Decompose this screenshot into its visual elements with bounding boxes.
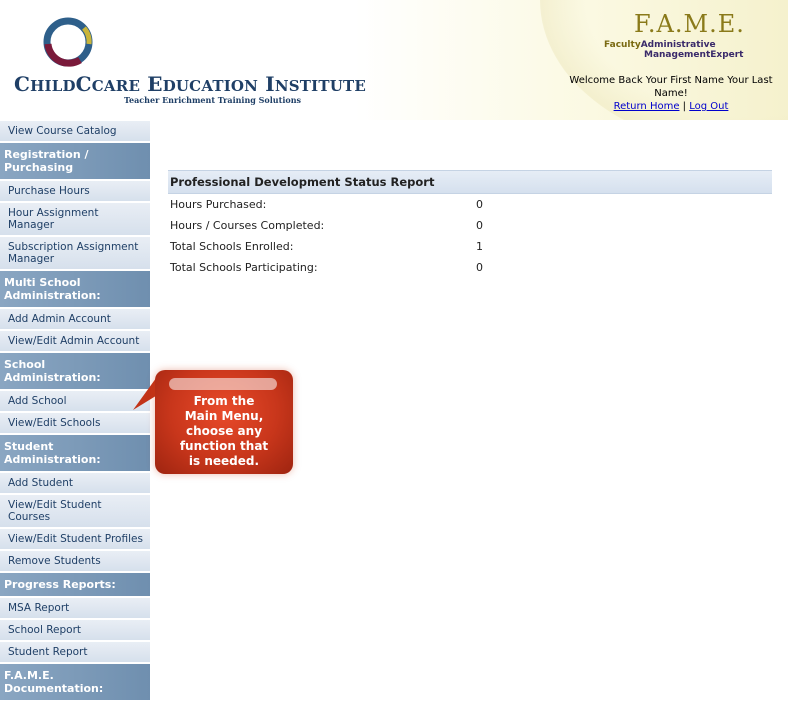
header-links: Return Home | Log Out: [556, 100, 786, 113]
logo-letter: C: [14, 72, 31, 96]
fame-word: Faculty: [604, 40, 641, 50]
nav-section-registration: Registration / Purchasing: [0, 143, 150, 181]
report-value: 1: [476, 240, 483, 253]
nav-add-admin-account[interactable]: Add Admin Account: [0, 309, 150, 331]
report-label: Hours Purchased:: [170, 198, 267, 211]
nav-student-report[interactable]: Student Report: [0, 642, 150, 664]
nav-add-school[interactable]: Add School: [0, 391, 150, 413]
nav-view-edit-schools[interactable]: View/Edit Schools: [0, 413, 150, 435]
fame-subtitle-line2: ManagementExpert: [644, 50, 744, 60]
instruction-callout: From the Main Menu, choose any function …: [155, 370, 293, 474]
nav-section-progress-reports: Progress Reports:: [0, 573, 150, 598]
nav-hour-assignment-manager[interactable]: Hour Assignment Manager: [0, 203, 150, 237]
logo-letter: DUCATION: [162, 77, 259, 95]
report-table: Hours Purchased: 0 Hours / Courses Compl…: [168, 194, 772, 278]
welcome-message: Welcome Back Your First Name Your Last N…: [569, 75, 773, 99]
report-value: 0: [476, 219, 483, 232]
logo-letter: NSTITUTE: [274, 77, 366, 95]
report-row: Hours / Courses Completed: 0: [168, 215, 772, 236]
nav-section-multi-school: Multi School Administration:: [0, 271, 150, 309]
logo-letter: C: [75, 72, 92, 96]
main-menu-sidebar: View Course Catalog Registration / Purch…: [0, 121, 150, 702]
childcare-ring-logo-icon: [43, 17, 93, 67]
nav-section-school-admin: School Administration:: [0, 353, 150, 391]
logo-letter: I: [258, 72, 275, 96]
link-separator: |: [682, 101, 687, 112]
nav-view-course-catalog[interactable]: View Course Catalog: [0, 121, 150, 143]
fame-subtitle-line1: FacultyAdministrative: [604, 40, 716, 50]
nav-purchase-hours[interactable]: Purchase Hours: [0, 181, 150, 203]
main-content: Professional Development Status Report H…: [168, 170, 772, 278]
logo-letter: CARE: [91, 77, 141, 95]
nav-section-fame-documentation: F.A.M.E. Documentation:: [0, 664, 150, 702]
nav-view-edit-student-courses[interactable]: View/Edit Student Courses: [0, 495, 150, 529]
nav-view-edit-student-profiles[interactable]: View/Edit Student Profiles: [0, 529, 150, 551]
report-label: Hours / Courses Completed:: [170, 219, 325, 232]
fame-word: Administrative: [640, 40, 716, 50]
nav-section-student-admin: Student Administration:: [0, 435, 150, 473]
report-title: Professional Development Status Report: [168, 170, 772, 194]
nav-subscription-assignment-manager[interactable]: Subscription Assignment Manager: [0, 237, 150, 271]
institute-logo-text: CHILDCCARE EDUCATION INSTITUTE: [14, 72, 366, 96]
nav-msa-report[interactable]: MSA Report: [0, 598, 150, 620]
report-row: Total Schools Enrolled: 1: [168, 236, 772, 257]
logo-letter: E: [140, 72, 163, 96]
fame-logo: F.A.M.E. FacultyAdministrative Managemen…: [604, 10, 744, 62]
nav-add-student[interactable]: Add Student: [0, 473, 150, 495]
return-home-link[interactable]: Return Home: [614, 101, 680, 112]
log-out-link[interactable]: Log Out: [689, 101, 728, 112]
logo-tagline: Teacher Enrichment Training Solutions: [124, 95, 302, 105]
callout-gloss: [169, 378, 277, 390]
report-row: Hours Purchased: 0: [168, 194, 772, 215]
welcome-panel: Welcome Back Your First Name Your Last N…: [556, 74, 786, 113]
callout-text: From the Main Menu, choose any function …: [179, 394, 269, 468]
nav-remove-students[interactable]: Remove Students: [0, 551, 150, 573]
report-label: Total Schools Enrolled:: [170, 240, 294, 253]
report-value: 0: [476, 198, 483, 211]
nav-view-edit-admin-account[interactable]: View/Edit Admin Account: [0, 331, 150, 353]
logo-letter: HILD: [30, 77, 76, 95]
report-value: 0: [476, 261, 483, 274]
report-label: Total Schools Participating:: [170, 261, 318, 274]
page-header: CHILDCCARE EDUCATION INSTITUTE Teacher E…: [0, 0, 788, 120]
fame-title: F.A.M.E.: [634, 10, 745, 38]
report-row: Total Schools Participating: 0: [168, 257, 772, 278]
nav-school-report[interactable]: School Report: [0, 620, 150, 642]
